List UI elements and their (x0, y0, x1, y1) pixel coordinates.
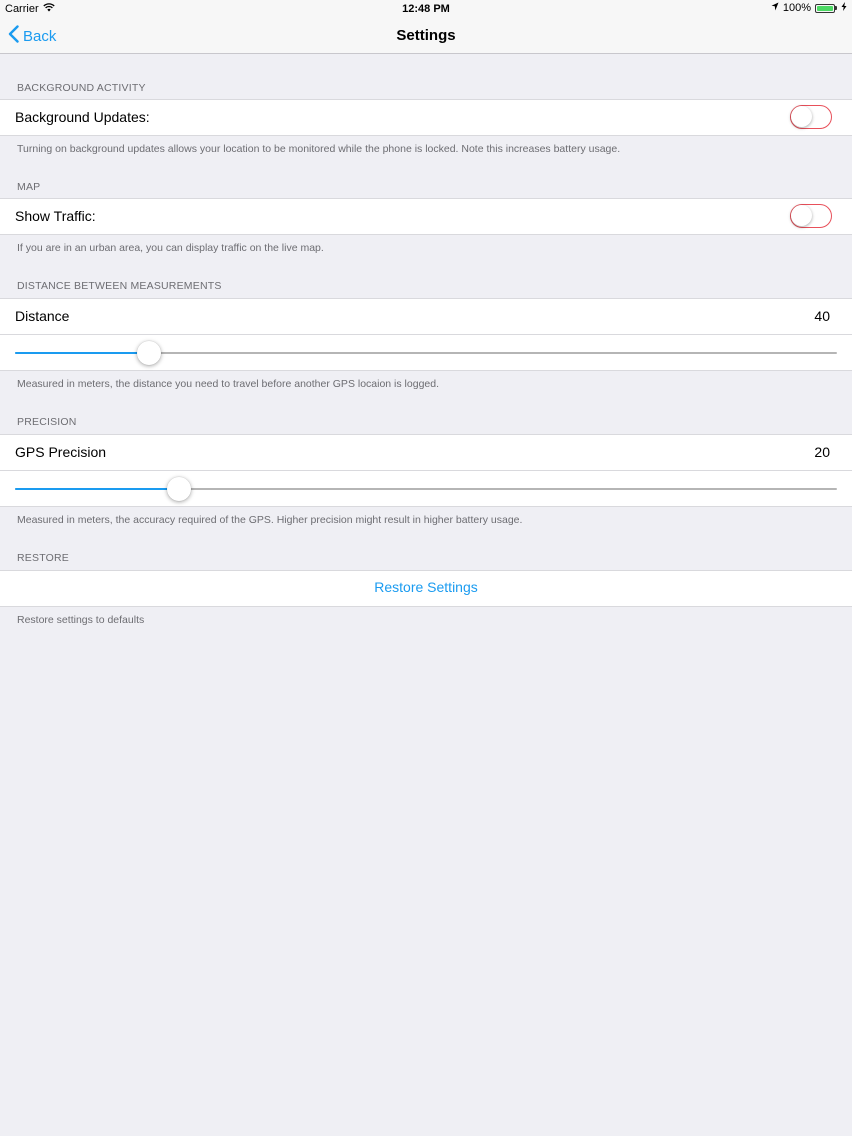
slider-fill (15, 352, 149, 354)
distance-label: Distance (15, 308, 70, 324)
show-traffic-label: Show Traffic: (15, 208, 96, 224)
background-updates-footer: Turning on background updates allows you… (17, 143, 621, 155)
battery-icon (815, 3, 837, 13)
page-title: Settings (396, 27, 456, 44)
distance-cell: Distance 40 (0, 298, 852, 371)
slider-fill (15, 488, 179, 490)
section-header-precision: PRECISION (17, 416, 77, 428)
distance-value: 40 (814, 308, 830, 324)
section-header-distance: DISTANCE BETWEEN MEASUREMENTS (17, 280, 222, 292)
restore-settings-button[interactable]: Restore Settings (0, 579, 852, 595)
show-traffic-toggle[interactable] (790, 204, 832, 228)
background-updates-toggle[interactable] (790, 105, 832, 129)
cell-divider (0, 334, 852, 335)
gps-precision-value: 20 (814, 444, 830, 460)
status-right: 100% (771, 2, 847, 14)
battery-percent: 100% (782, 2, 811, 14)
toggle-knob (791, 205, 812, 226)
battery-tip (835, 6, 837, 10)
show-traffic-cell: Show Traffic: (0, 198, 852, 235)
status-time: 12:48 PM (402, 3, 450, 15)
section-header-restore: RESTORE (17, 552, 69, 564)
background-updates-label: Background Updates: (15, 109, 150, 125)
battery-body (815, 3, 835, 13)
cell-divider (0, 470, 852, 471)
battery-fill (817, 5, 833, 11)
status-bar: Carrier 12:48 PM 100% (0, 0, 852, 18)
location-arrow-icon (771, 2, 779, 14)
section-header-background-activity: BACKGROUND ACTIVITY (17, 82, 146, 94)
navigation-bar: Back Settings (0, 18, 852, 54)
gps-precision-cell: GPS Precision 20 (0, 434, 852, 507)
toggle-knob (791, 106, 812, 127)
background-updates-cell: Background Updates: (0, 99, 852, 136)
distance-slider[interactable] (15, 340, 837, 366)
gps-precision-footer: Measured in meters, the accuracy require… (17, 514, 523, 526)
slider-thumb[interactable] (167, 477, 191, 501)
gps-precision-label: GPS Precision (15, 444, 107, 460)
charging-bolt-icon (841, 2, 847, 14)
show-traffic-footer: If you are in an urban area, you can dis… (17, 242, 324, 254)
restore-cell: Restore Settings (0, 570, 852, 607)
slider-thumb[interactable] (137, 341, 161, 365)
distance-footer: Measured in meters, the distance you nee… (17, 378, 439, 390)
restore-footer: Restore settings to defaults (17, 614, 145, 626)
gps-precision-slider[interactable] (15, 476, 837, 502)
section-header-map: MAP (17, 181, 41, 193)
